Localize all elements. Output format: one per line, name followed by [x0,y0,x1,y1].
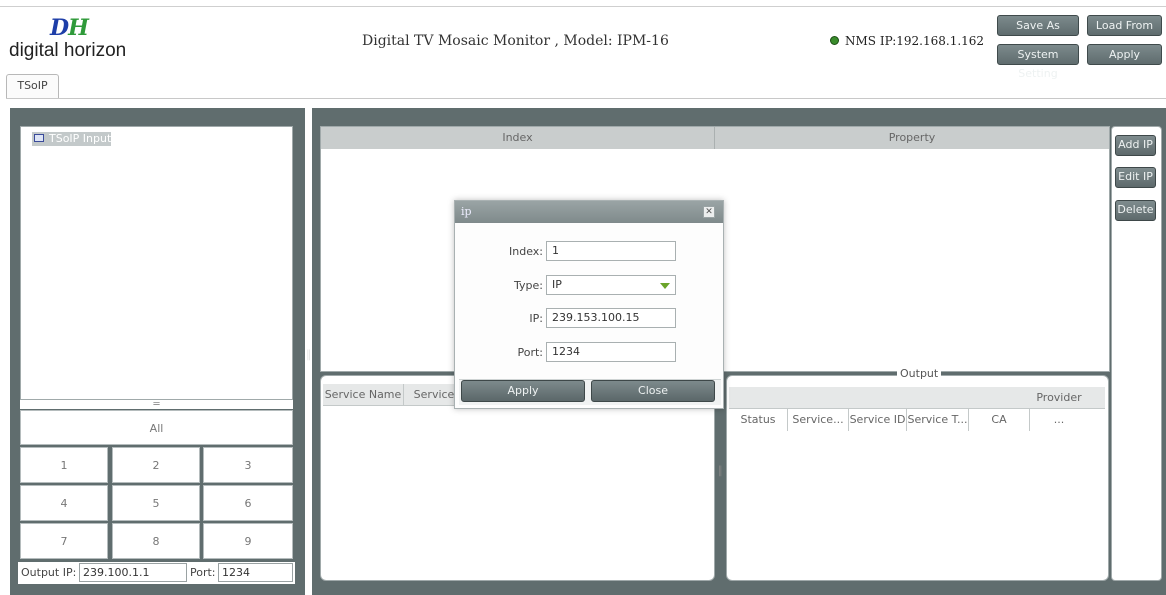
column-header-provider[interactable]: Provider ... [1030,387,1088,431]
status-indicator-icon [830,36,839,45]
tree-item-tsoip-input[interactable]: TSoIP Input [32,132,111,146]
column-header-service-name[interactable]: Service Name [323,384,404,406]
output-ip-label: Output IP: [21,566,77,579]
ip-dialog: ip ✕ Index: 1 Type: IP IP: 239.153.100.1… [454,200,724,409]
save-as-button[interactable]: Save As [997,15,1079,36]
add-ip-button[interactable]: Add IP [1115,135,1156,156]
apply-button[interactable]: Apply [1087,44,1162,65]
system-setting-button[interactable]: System Setting [997,44,1079,80]
panel-resize-grip-icon[interactable]: ═ [20,400,293,410]
nms-ip-label: NMS IP:192.168.1.162 [845,34,985,48]
tree-item-label: TSoIP Input [49,132,112,145]
dialog-title: ip [455,201,723,223]
column-header-index[interactable]: Index [321,127,715,149]
type-label: Type: [514,279,543,292]
edit-ip-button[interactable]: Edit IP [1115,167,1156,188]
tab-tsoip[interactable]: TSoIP [6,74,59,98]
grid-cell-5[interactable]: 5 [112,485,200,521]
monitor-icon [34,134,44,142]
side-button-panel [1111,126,1162,581]
column-header-property[interactable]: Property [715,127,1109,149]
grid-cell-3[interactable]: 3 [203,447,293,483]
column-header-ca[interactable]: CA [969,409,1030,431]
grid-cell-1[interactable]: 1 [20,447,108,483]
type-select-value: IP [552,278,562,291]
logo-text: digital horizon [9,40,127,61]
output-header: Status Service... Service ID Service T... CA… [729,387,1105,431]
grid-cell-2[interactable]: 2 [112,447,200,483]
grid-cell-7[interactable]: 7 [20,523,108,559]
type-select[interactable]: IP [546,275,676,295]
grid-cell-8[interactable]: 8 [112,523,200,559]
tab-divider [6,98,1166,99]
port-field[interactable]: 1234 [546,342,676,362]
chevron-down-icon[interactable] [660,283,670,289]
top-divider [0,6,1166,7]
delete-button[interactable]: Delete [1115,200,1156,221]
output-port-label: Port: [190,566,216,579]
output-ip-input[interactable]: 239.100.1.1 [79,563,187,582]
output-port-input[interactable]: 1234 [218,563,293,582]
app-title: Digital TV Mosaic Monitor , Model: IPM-1… [362,33,669,49]
ip-field[interactable]: 239.153.100.15 [546,308,676,328]
port-label: Port: [517,346,543,359]
index-field[interactable]: 1 [546,241,676,261]
column-header-service-id[interactable]: Service ID [849,409,907,431]
logo-mark: DH [50,15,89,41]
all-button[interactable]: All [20,410,293,445]
grid-cell-4[interactable]: 4 [20,485,108,521]
services-splitter-icon[interactable]: ║ [715,460,725,484]
vertical-splitter-icon[interactable]: ║ [305,350,312,362]
column-header-service-type[interactable]: Service T... [907,409,969,431]
load-from-button[interactable]: Load From [1087,15,1162,36]
output-legend: Output [897,367,942,380]
index-label: Index: [509,245,543,258]
output-box: Status Service... Service ID Service T... CA… [726,375,1109,581]
column-header-service[interactable]: Service... [788,409,849,431]
column-header-status[interactable]: Status [729,409,788,431]
close-icon[interactable]: ✕ [703,206,715,218]
ip-label: IP: [529,312,543,325]
grid-cell-6[interactable]: 6 [203,485,293,521]
grid-cell-9[interactable]: 9 [203,523,293,559]
dialog-close-button[interactable]: Close [591,380,715,402]
dialog-apply-button[interactable]: Apply [461,380,585,402]
input-tree: TSoIP Input [20,126,293,400]
